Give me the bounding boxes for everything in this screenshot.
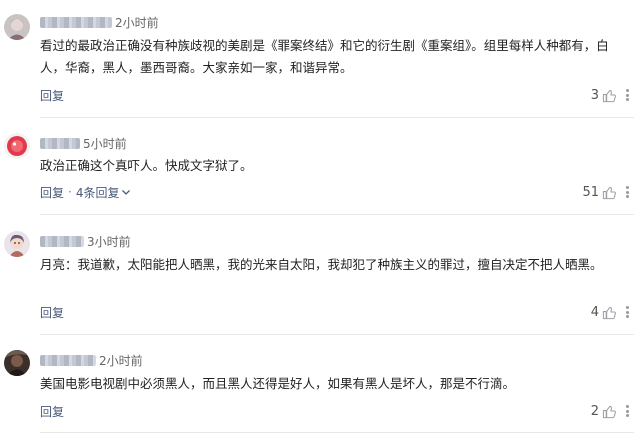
- like-count: 2: [590, 403, 599, 419]
- view-replies-link[interactable]: 4条回复: [76, 184, 120, 201]
- avatar[interactable]: [4, 133, 30, 159]
- thumbs-up-icon[interactable]: [602, 305, 617, 320]
- comment-actions: 回复 · 4条回复: [40, 184, 131, 200]
- comment-time: 2小时前: [115, 15, 159, 30]
- comment-header: 5小时前: [40, 135, 127, 151]
- comment-header: 3小时前: [40, 233, 131, 249]
- comment-time: 3小时前: [87, 234, 131, 249]
- comment-tools: 51: [582, 183, 630, 201]
- comment-actions: 回复: [40, 403, 64, 419]
- comment-header: 2小时前: [40, 14, 159, 30]
- like-count: 51: [582, 184, 599, 200]
- reply-button[interactable]: 回复: [40, 87, 64, 104]
- avatar[interactable]: [4, 350, 30, 376]
- comment-tools: 4: [591, 303, 630, 321]
- divider: [40, 334, 634, 335]
- thumbs-up-icon[interactable]: [602, 404, 617, 419]
- username-blurred[interactable]: [40, 137, 80, 149]
- comment-text: 月亮：我道歉，太阳能把人晒黑，我的光来自太阳，我却犯了种族主义的罪过，擅自决定不…: [40, 257, 603, 272]
- divider: [40, 117, 634, 118]
- comment-actions: 回复: [40, 87, 64, 103]
- like-count: 3: [590, 87, 599, 103]
- separator-dot: ·: [68, 185, 72, 199]
- more-options-icon[interactable]: [625, 185, 630, 199]
- divider: [40, 214, 634, 215]
- more-options-icon[interactable]: [625, 404, 630, 418]
- comment-text: 美国电影电视剧中必须黑人，而且黑人还得是好人，如果有黑人是坏人，那是不行滴。: [40, 376, 516, 391]
- reply-button[interactable]: 回复: [40, 304, 64, 321]
- comment-text: 看过的最政治正确没有种族歧视的美剧是《罪案终结》和它的衍生剧《重案组》。组里每样…: [40, 38, 609, 75]
- comment-list: 2小时前 看过的最政治正确没有种族歧视的美剧是《罪案终结》和它的衍生剧《重案组》…: [0, 0, 640, 446]
- chevron-down-icon[interactable]: [121, 187, 131, 197]
- comment-time: 5小时前: [83, 136, 127, 151]
- avatar[interactable]: [4, 14, 30, 40]
- username-blurred[interactable]: [40, 16, 112, 28]
- like-count: 4: [590, 304, 599, 320]
- more-options-icon[interactable]: [625, 305, 630, 319]
- divider: [40, 432, 634, 433]
- more-options-icon[interactable]: [625, 88, 630, 102]
- username-blurred[interactable]: [40, 354, 96, 366]
- comment-tools: 2: [591, 402, 630, 420]
- comment-actions: 回复: [40, 304, 64, 320]
- thumbs-up-icon[interactable]: [602, 88, 617, 103]
- comment-time: 2小时前: [99, 353, 143, 368]
- comment-tools: 3: [591, 86, 630, 104]
- thumbs-up-icon[interactable]: [602, 185, 617, 200]
- comment-header: 2小时前: [40, 352, 143, 368]
- comment-text: 政治正确这个真吓人。快成文字狱了。: [40, 158, 253, 173]
- avatar[interactable]: [4, 231, 30, 257]
- reply-button[interactable]: 回复: [40, 403, 64, 420]
- reply-button[interactable]: 回复: [40, 184, 64, 201]
- username-blurred[interactable]: [40, 235, 84, 247]
